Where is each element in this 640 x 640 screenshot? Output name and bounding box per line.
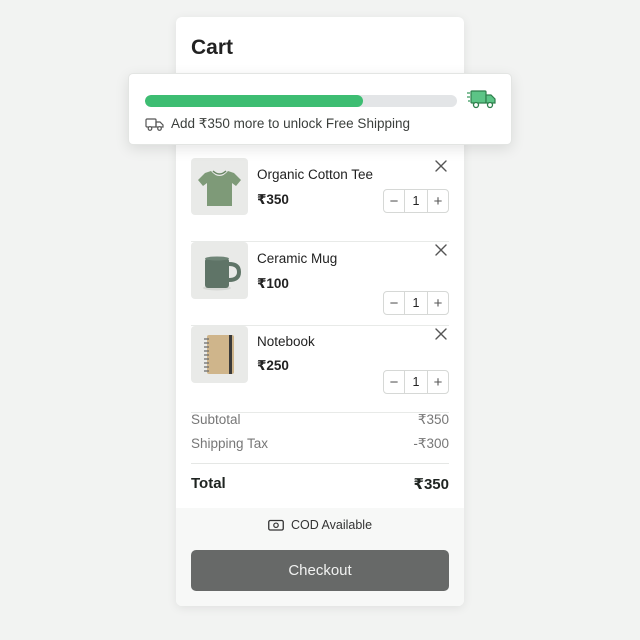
cart-item: Notebook ₹250 − 1 +: [191, 326, 449, 413]
quantity-value: 1: [404, 292, 428, 314]
close-icon: [435, 160, 447, 172]
total-row: Total ₹350: [191, 475, 449, 493]
close-icon: [435, 244, 447, 256]
quantity-stepper: − 1 +: [383, 189, 449, 213]
shipping-tax-label: Shipping Tax: [191, 436, 269, 451]
shipping-tax-value: -₹300: [413, 436, 449, 451]
decrease-quantity-button[interactable]: −: [384, 371, 404, 393]
quantity-value: 1: [404, 190, 428, 212]
increase-quantity-button[interactable]: +: [428, 190, 448, 212]
increase-quantity-button[interactable]: +: [428, 371, 448, 393]
item-price: ₹100: [257, 276, 289, 291]
remove-item-button[interactable]: [433, 326, 449, 342]
subtotal-row: Subtotal ₹350: [191, 412, 449, 428]
total-label: Total: [191, 475, 226, 492]
cart-item: Organic Cotton Tee ₹350 − 1 +: [191, 158, 449, 242]
decrease-quantity-button[interactable]: −: [384, 190, 404, 212]
product-thumbnail-notebook[interactable]: [191, 326, 248, 383]
increase-quantity-button[interactable]: +: [428, 292, 448, 314]
truck-icon: [145, 117, 164, 131]
shipping-tax-row: Shipping Tax -₹300: [191, 436, 449, 452]
item-name: Notebook: [257, 334, 315, 349]
item-price: ₹250: [257, 358, 289, 373]
item-price: ₹350: [257, 192, 289, 207]
subtotal-value: ₹350: [417, 412, 449, 427]
page-title: Cart: [191, 36, 234, 59]
shipping-progress-track: [145, 95, 457, 107]
delivery-truck-icon: [467, 90, 496, 109]
shipping-progress-fill: [145, 95, 364, 107]
decrease-quantity-button[interactable]: −: [384, 292, 404, 314]
remove-item-button[interactable]: [433, 242, 449, 258]
free-shipping-text: Add ₹350 more to unlock Free Shipping: [171, 116, 410, 131]
cart-item: Ceramic Mug ₹100 − 1 +: [191, 242, 449, 326]
remove-item-button[interactable]: [433, 158, 449, 174]
free-shipping-progress-panel: Add ₹350 more to unlock Free Shipping: [128, 73, 512, 145]
summary-divider: [191, 463, 449, 464]
checkout-button[interactable]: Checkout: [191, 550, 449, 591]
quantity-value: 1: [404, 371, 428, 393]
total-value: ₹350: [413, 476, 449, 493]
item-name: Ceramic Mug: [257, 251, 338, 266]
cod-badge: COD Available: [176, 518, 464, 532]
cart-footer: COD Available Checkout: [176, 508, 464, 606]
quantity-stepper: − 1 +: [383, 291, 449, 315]
quantity-stepper: − 1 +: [383, 370, 449, 394]
subtotal-label: Subtotal: [191, 412, 241, 427]
product-thumbnail-tee[interactable]: [191, 158, 248, 215]
stage: Cart Organic Cotton Tee ₹350 − 1 + Ceram…: [0, 0, 640, 640]
cash-icon: [268, 519, 284, 531]
free-shipping-message: Add ₹350 more to unlock Free Shipping: [145, 115, 410, 133]
close-icon: [435, 328, 447, 340]
item-name: Organic Cotton Tee: [257, 167, 374, 182]
product-thumbnail-mug[interactable]: [191, 242, 248, 299]
cod-label: COD Available: [290, 518, 373, 532]
